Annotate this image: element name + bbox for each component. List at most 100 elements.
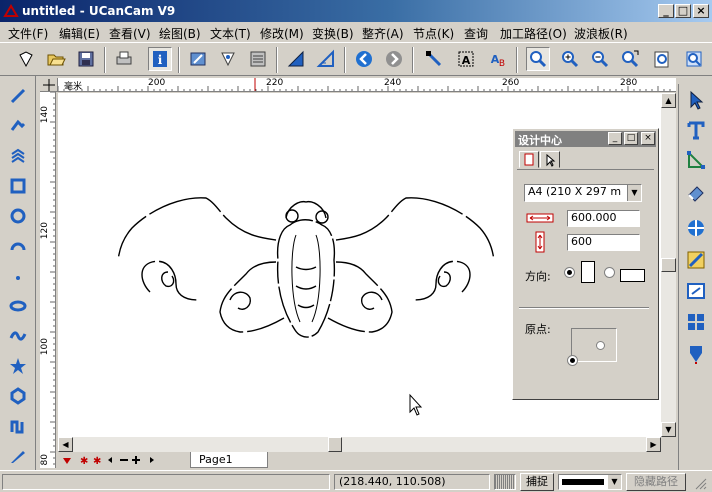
zoom-minus-icon[interactable] [588,47,612,71]
pen-tool-icon[interactable] [6,444,30,468]
zoom-plus-icon[interactable] [558,47,582,71]
menu-view[interactable]: 查看(V) [109,25,151,42]
rectangle-tool-icon[interactable] [6,174,30,198]
open-icon[interactable] [44,47,68,71]
horizontal-ruler[interactable]: 毫米 200 220 240 260 280 [58,78,676,92]
mouse-cursor-icon [409,393,423,416]
scroll-left-button[interactable]: ◀ [58,437,73,452]
circle-tool-icon[interactable] [6,204,30,228]
menu-draw[interactable]: 绘图(B) [159,25,201,42]
vertical-ruler[interactable]: 140 120 100 80 [40,92,56,468]
origin-bottom-left-radio[interactable] [567,355,578,366]
engrave-tool-icon[interactable] [682,340,710,368]
line-color-select[interactable]: ▼ [558,474,622,490]
zoom-page-icon[interactable] [650,47,674,71]
grid-indicator [494,474,516,490]
menu-file[interactable]: 文件(F) [8,25,48,42]
ruler-icon[interactable] [284,47,308,71]
curve-tool-icon[interactable] [6,324,30,348]
hide-path-button[interactable]: 隐藏路径 [626,473,686,491]
maximize-button[interactable]: □ [675,4,691,18]
node-edit-icon[interactable] [422,47,446,71]
layers-icon[interactable] [246,47,270,71]
page-height-field[interactable]: 600 [567,234,640,251]
panel-maximize-button[interactable]: □ [624,132,638,145]
status-message [2,474,330,490]
arc-tool-icon[interactable] [6,234,30,258]
paper-size-select[interactable]: A4 (210 X 297 m ▼ [524,184,642,202]
resize-grip-icon[interactable] [692,475,708,491]
horizontal-scrollbar[interactable]: ◀ ▶ [58,437,661,452]
panel-close-button[interactable]: × [641,132,655,145]
landscape-radio[interactable] [604,267,615,278]
new-icon[interactable] [14,47,38,71]
polygon-tool-icon[interactable] [6,384,30,408]
page-tab-label: Page1 [199,453,233,466]
undo-icon[interactable] [352,47,376,71]
select-settings-tab[interactable] [540,151,560,168]
page-navigation-icons[interactable]: ✱ ✱ [60,452,168,468]
menu-edit[interactable]: 编辑(E) [59,25,100,42]
vertical-scroll-thumb[interactable] [661,258,676,272]
spiral-tool-icon[interactable] [6,414,30,438]
menu-text[interactable]: 文本(T) [210,25,251,42]
vertical-scrollbar[interactable]: ▲ ▼ [661,93,676,437]
page-tab[interactable]: Page1 [190,452,268,468]
save-icon[interactable] [74,47,98,71]
text-align-icon[interactable]: AB [486,47,510,71]
redo-icon[interactable] [382,47,406,71]
ruler-tick-label: 140 [40,106,50,124]
menu-modify[interactable]: 修改(M) [260,25,304,42]
width-arrow-icon [526,213,554,223]
page-width-field[interactable]: 600.000 [567,210,640,227]
panel-minimize-button[interactable]: _ [608,132,622,145]
horizontal-scroll-thumb[interactable] [328,437,342,452]
fill-icon[interactable] [682,214,710,242]
color-pen-icon[interactable] [682,246,710,274]
polyline-tool-icon[interactable] [6,114,30,138]
transform-icon[interactable] [682,276,710,304]
grid-array-icon[interactable] [682,308,710,336]
svg-text:A: A [462,54,471,67]
zoom-all-icon[interactable] [682,47,706,71]
status-bar: (218.440, 110.508) 捕捉 ▼ 隐藏路径 [0,470,712,492]
portrait-radio[interactable] [564,267,575,278]
import-icon[interactable] [186,47,210,71]
orientation-label: 方向: [525,270,551,283]
line-tool-icon[interactable] [6,84,30,108]
menu-bar: 文件(F) 编辑(E) 查看(V) 绘图(B) 文本(T) 修改(M) 变换(B… [0,22,712,42]
menu-query[interactable]: 查询 [464,25,488,42]
scroll-down-button[interactable]: ▼ [661,422,676,437]
page-settings-tab[interactable] [519,151,539,168]
zoom-in-icon[interactable] [526,47,550,71]
origin-selector[interactable] [571,328,617,362]
menu-toolpath[interactable]: 加工路径(O) [500,25,567,42]
ruler-tick-label: 280 [620,78,638,88]
point-tool-icon[interactable] [6,264,30,288]
menu-transform[interactable]: 变换(B) [312,25,354,42]
eraser-icon[interactable] [682,178,710,206]
close-button[interactable]: × [693,4,709,18]
menu-node[interactable]: 节点(K) [413,25,454,42]
menu-wave-board[interactable]: 波浪板(R) [574,25,628,42]
measure-icon[interactable] [314,47,338,71]
multi-line-tool-icon[interactable] [6,144,30,168]
scroll-up-button[interactable]: ▲ [661,93,676,108]
align-icon[interactable]: A [454,47,478,71]
snap-button[interactable]: 捕捉 [520,473,554,491]
select-arrow-icon[interactable] [682,86,710,114]
export-icon[interactable] [216,47,240,71]
star-tool-icon[interactable] [6,354,30,378]
minimize-button[interactable]: _ [658,4,674,18]
text-tool-icon[interactable] [682,116,710,144]
info-icon[interactable]: i [148,47,172,71]
ruler-corner [40,78,58,92]
design-center-title-bar[interactable]: 设计中心 _ □ × [515,131,656,147]
ellipse-tool-icon[interactable] [6,294,30,318]
node-select-icon[interactable] [682,146,710,174]
origin-center-radio[interactable] [596,341,605,350]
menu-align[interactable]: 整齐(A) [362,25,404,42]
zoom-area-icon[interactable] [618,47,642,71]
print-icon[interactable] [112,47,136,71]
scroll-right-button[interactable]: ▶ [646,437,661,452]
